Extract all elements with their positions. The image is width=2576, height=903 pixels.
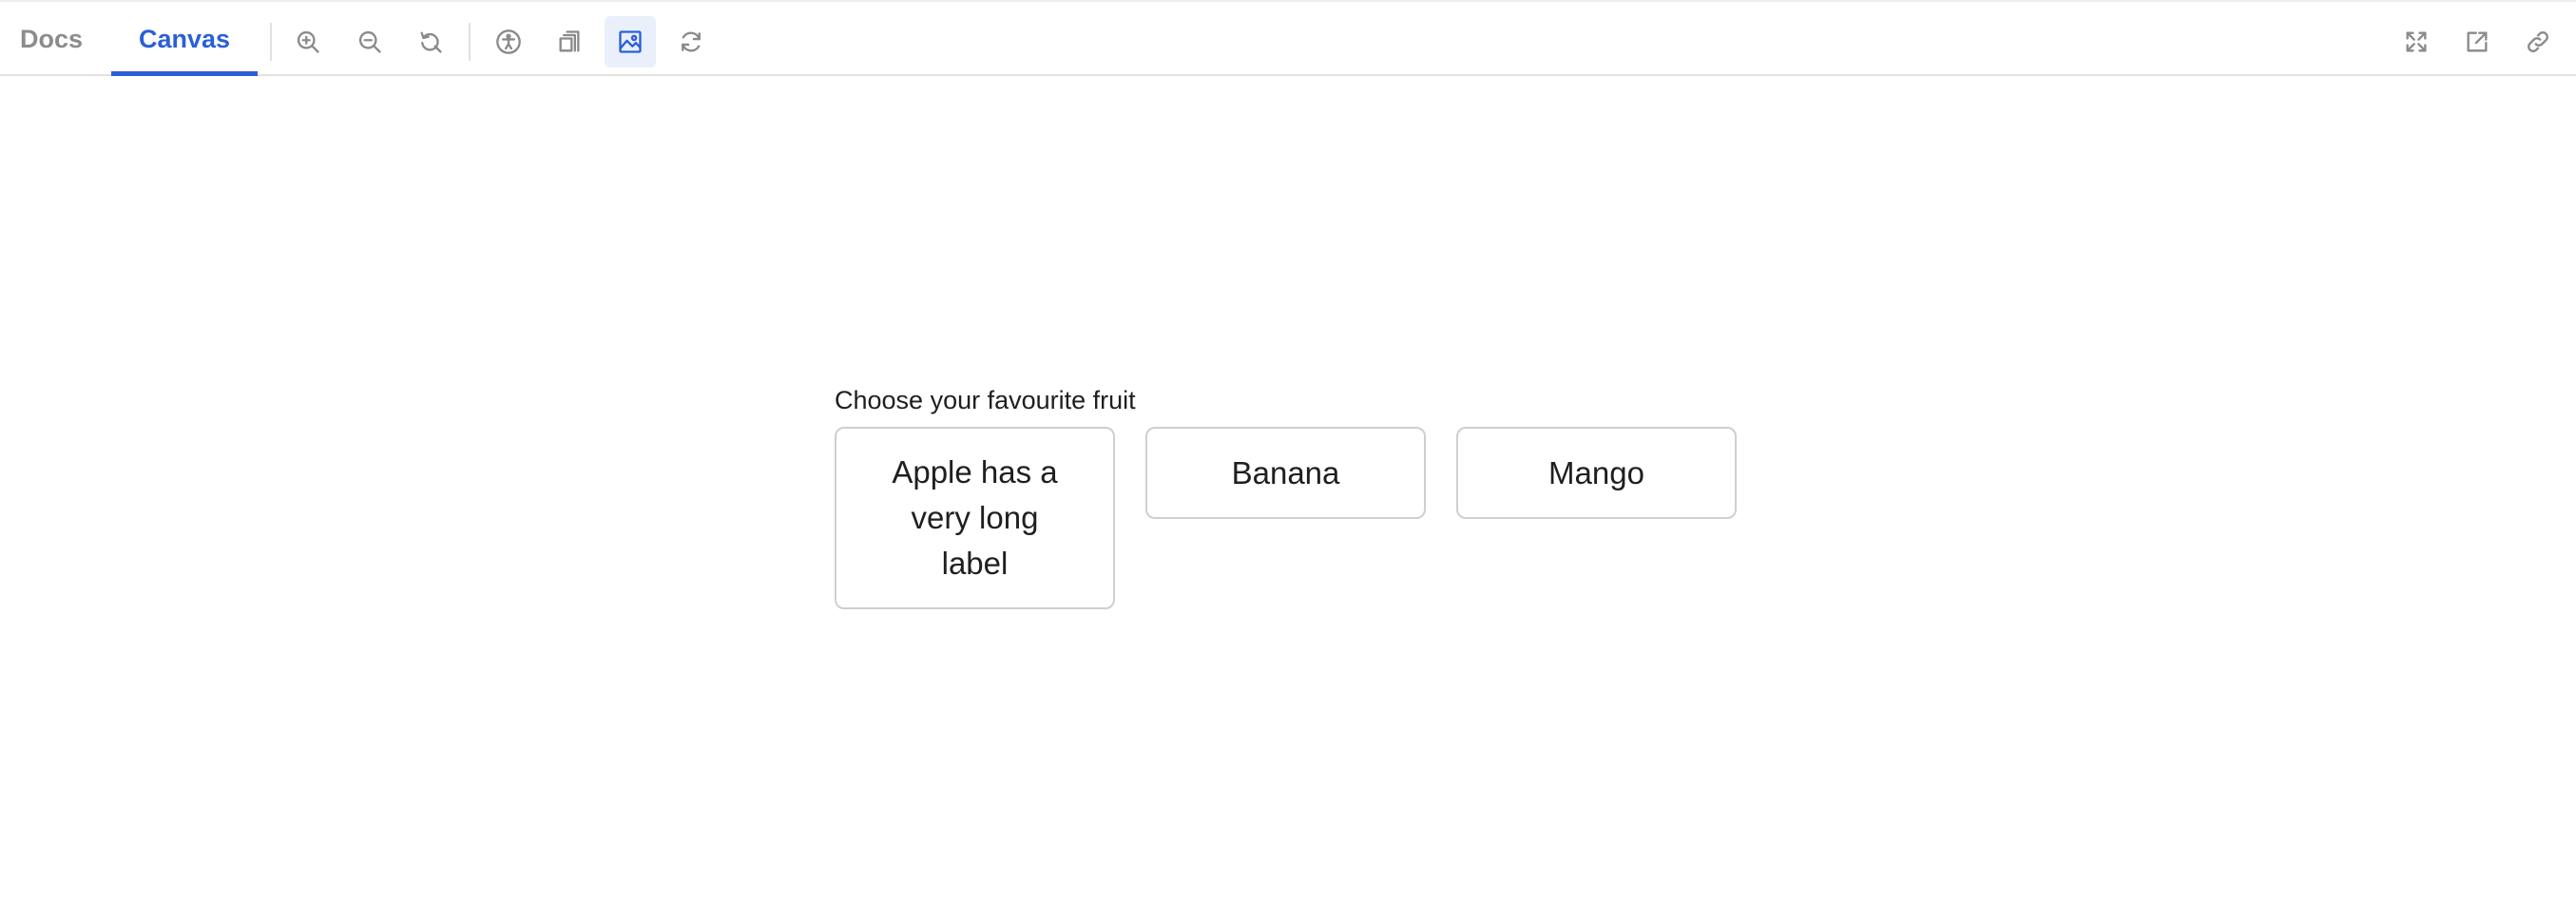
option-banana[interactable]: Banana bbox=[1145, 427, 1426, 519]
zoom-in-icon bbox=[297, 30, 319, 53]
fullscreen-icon bbox=[2406, 31, 2427, 52]
remount-icon bbox=[682, 31, 701, 52]
accessibility-button[interactable] bbox=[483, 16, 534, 67]
option-apple[interactable]: Apple has a very long label bbox=[835, 427, 1115, 609]
background-image-button[interactable] bbox=[605, 16, 656, 67]
option-mango[interactable]: Mango bbox=[1456, 427, 1737, 519]
zoom-in-button[interactable] bbox=[282, 16, 334, 67]
question-label: Choose your favourite fruit bbox=[835, 386, 1136, 414]
reset-zoom-button[interactable] bbox=[405, 16, 456, 67]
reset-zoom-icon bbox=[420, 31, 442, 53]
toolbar-divider bbox=[469, 23, 471, 61]
toolbar-divider bbox=[270, 23, 272, 61]
preview-toolbar: Docs Canvas bbox=[0, 0, 2576, 76]
accessibility-icon bbox=[496, 29, 521, 54]
open-new-tab-button[interactable] bbox=[2451, 16, 2503, 67]
outline-icon bbox=[559, 30, 580, 52]
zoom-out-icon bbox=[358, 30, 381, 53]
outline-button[interactable] bbox=[544, 16, 595, 67]
remount-button[interactable] bbox=[665, 16, 717, 67]
copy-link-icon bbox=[2528, 31, 2548, 52]
fullscreen-button[interactable] bbox=[2391, 16, 2442, 67]
background-image-icon bbox=[619, 30, 642, 53]
tab-canvas[interactable]: Canvas bbox=[111, 2, 258, 76]
tab-docs[interactable]: Docs bbox=[0, 2, 103, 76]
open-new-tab-icon bbox=[2467, 31, 2488, 52]
copy-link-button[interactable] bbox=[2512, 16, 2564, 67]
zoom-out-button[interactable] bbox=[344, 16, 395, 67]
